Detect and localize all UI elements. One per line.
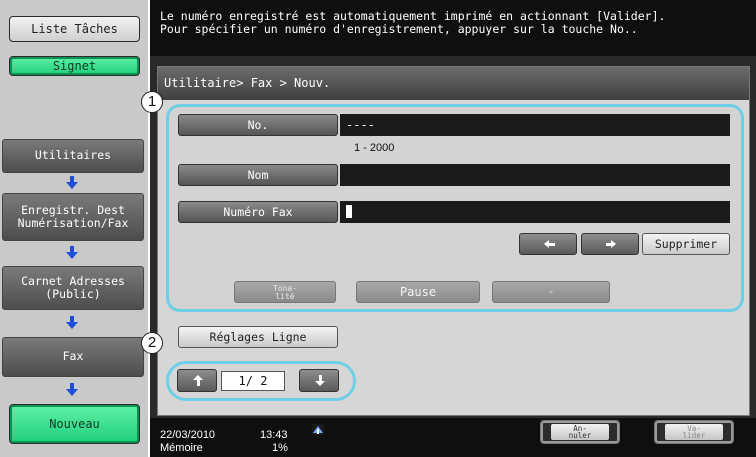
- fax-number-field[interactable]: [340, 201, 730, 223]
- name-field[interactable]: [340, 164, 730, 186]
- arrow-right-icon: [606, 240, 616, 249]
- pause-label: Pause: [399, 285, 437, 299]
- callout-number-1: 1: [141, 91, 163, 113]
- status-time: 13:43: [260, 429, 288, 441]
- status-memory-label: Mémoire: [160, 442, 203, 454]
- bookmark-button[interactable]: Signet: [9, 56, 140, 76]
- flow-step-address-book[interactable]: Carnet Adresses (Public): [2, 266, 144, 310]
- number-field[interactable]: ----: [340, 114, 730, 136]
- text-cursor: [346, 205, 352, 218]
- arrow-left-icon: [544, 240, 555, 249]
- arrow-down-icon: [66, 383, 78, 397]
- dash-label: -: [547, 285, 555, 298]
- flow-step-label: Carnet Adresses: [21, 273, 125, 288]
- page-indicator: 1/ 2: [221, 371, 285, 391]
- cursor-left-button[interactable]: [519, 233, 577, 255]
- name-label: Nom: [247, 168, 269, 182]
- cancel-label: An-nuler: [551, 424, 609, 440]
- flow-step-utilities[interactable]: Utilitaires: [2, 139, 144, 173]
- message-line-2: Pour spécifier un numéro d'enregistremen…: [160, 22, 638, 36]
- bookmark-label: Signet: [52, 59, 97, 73]
- fax-number-label: Numéro Fax: [223, 205, 293, 219]
- flow-step-label: Enregistr. Dest: [21, 202, 125, 217]
- delete-label: Supprimer: [654, 237, 718, 251]
- line-settings-button[interactable]: Réglages Ligne: [178, 326, 338, 348]
- flow-step-scan-fax-dest[interactable]: Enregistr. Dest Numérisation/Fax: [2, 193, 144, 241]
- flow-step-label: Fax: [62, 349, 84, 364]
- tone-label: Tona-lité: [272, 284, 298, 301]
- arrow-down-icon: [66, 246, 78, 260]
- cursor-right-button[interactable]: [581, 233, 639, 255]
- flow-step-new[interactable]: Nouveau: [9, 404, 140, 444]
- line-settings-label: Réglages Ligne: [209, 330, 307, 344]
- confirm-label: Va-lider: [665, 424, 723, 440]
- callout-number-2: 2: [141, 332, 163, 354]
- job-list-label: Liste Tâches: [31, 22, 118, 36]
- flow-step-label: Nouveau: [49, 417, 100, 431]
- job-list-button[interactable]: Liste Tâches: [9, 16, 140, 42]
- pause-button[interactable]: Pause: [356, 281, 480, 303]
- tone-button[interactable]: Tona-lité: [234, 281, 336, 303]
- cancel-button[interactable]: An-nuler: [540, 420, 620, 444]
- dash-button[interactable]: -: [492, 281, 610, 303]
- status-memory-value: 1%: [272, 442, 288, 454]
- breadcrumb: Utilitaire> Fax > Nouv.: [158, 67, 749, 100]
- name-button[interactable]: Nom: [178, 164, 338, 186]
- status-date: 22/03/2010: [160, 429, 216, 441]
- instruction-message: Le numéro enregistré est automatiquement…: [150, 0, 756, 56]
- fax-number-button[interactable]: Numéro Fax: [178, 201, 338, 223]
- confirm-button[interactable]: Va-lider: [654, 420, 734, 444]
- flow-step-label: Utilitaires: [34, 148, 112, 163]
- arrow-down-icon: [315, 375, 325, 386]
- page-down-button[interactable]: [299, 369, 339, 392]
- page-up-button[interactable]: [177, 369, 217, 392]
- screen: Liste Tâches Signet Utilitaires Enregist…: [0, 0, 756, 457]
- number-label: No.: [247, 118, 269, 132]
- network-status-icon: [312, 424, 324, 435]
- flow-step-label: (Public): [45, 287, 101, 301]
- flow-step-fax[interactable]: Fax: [2, 337, 144, 377]
- arrow-down-icon: [66, 176, 78, 190]
- delete-button[interactable]: Supprimer: [642, 233, 730, 255]
- number-range: 1 - 2000: [354, 142, 395, 154]
- arrow-up-icon: [193, 375, 203, 386]
- message-line-1: Le numéro enregistré est automatiquement…: [160, 9, 666, 23]
- flow-step-label: Numérisation/Fax: [17, 216, 129, 230]
- number-button[interactable]: No.: [178, 114, 338, 136]
- arrow-down-icon: [66, 316, 78, 330]
